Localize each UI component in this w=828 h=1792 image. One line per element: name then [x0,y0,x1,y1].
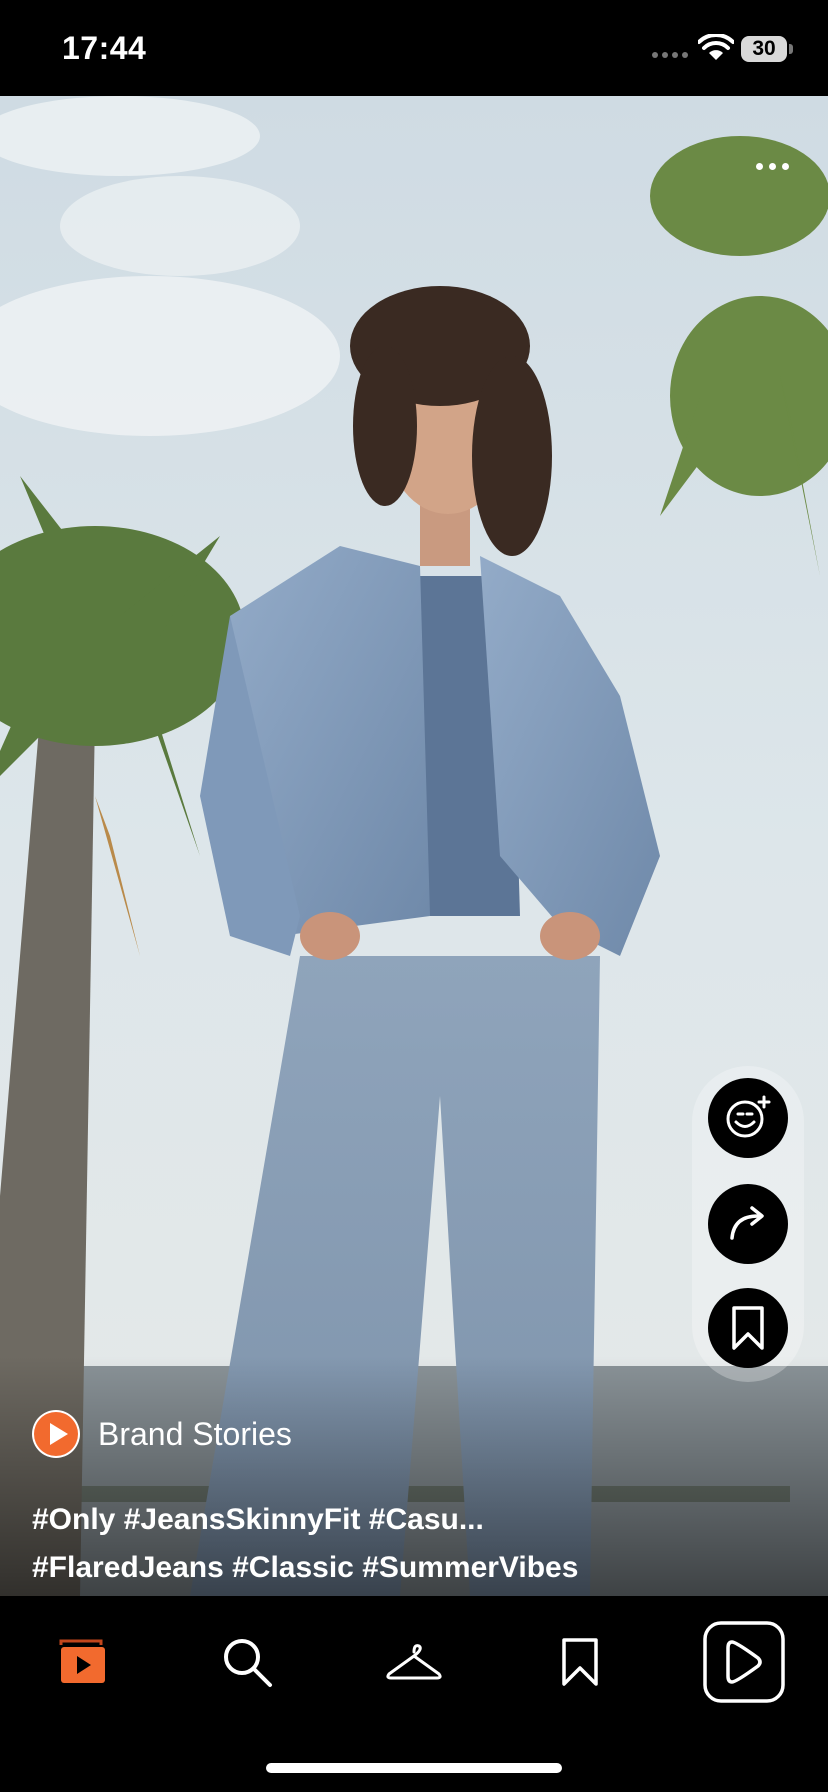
hashtag-line-1[interactable]: #Only #JeansSkinnyFit #Casu... [32,1496,792,1544]
battery-tip [789,44,793,54]
status-time: 17:44 [62,30,147,66]
action-rail [692,1066,804,1382]
nav-play[interactable] [702,1620,786,1704]
add-reaction-icon [726,1095,771,1138]
search-icon [224,1639,272,1687]
status-bar: 17:44 30 [0,0,828,96]
play-icon [703,1621,785,1703]
video-feed-icon [59,1639,105,1683]
brand-logo-icon [34,1412,78,1456]
brand-name: Brand Stories [98,1415,292,1452]
hashtags[interactable]: #Only #JeansSkinnyFit #Casu... #FlaredJe… [32,1496,792,1592]
share-arrow-icon [730,1206,764,1240]
more-options-button[interactable] [746,152,798,180]
nav-saved[interactable] [538,1620,622,1704]
wifi-icon [698,34,734,60]
save-button[interactable] [708,1288,788,1368]
add-reaction-button[interactable] [708,1078,788,1158]
nav-search[interactable] [205,1620,289,1704]
brand-logo [32,1410,80,1458]
bookmark-icon [732,1306,764,1350]
video-stage[interactable]: Brand Stories #Only #JeansSkinnyFit #Cas… [0,96,828,1596]
home-indicator[interactable] [266,1763,562,1773]
nav-wardrobe[interactable] [372,1620,456,1704]
cellular-signal-icon [652,52,688,58]
share-button[interactable] [708,1184,788,1264]
brand-profile-link[interactable]: Brand Stories [32,1410,292,1458]
hanger-icon [386,1644,442,1680]
bookmark-icon [562,1638,598,1686]
nav-video-feed[interactable] [41,1620,125,1704]
hashtag-line-2[interactable]: #FlaredJeans #Classic #SummerVibes [32,1544,792,1592]
battery-indicator: 30 [741,36,787,62]
